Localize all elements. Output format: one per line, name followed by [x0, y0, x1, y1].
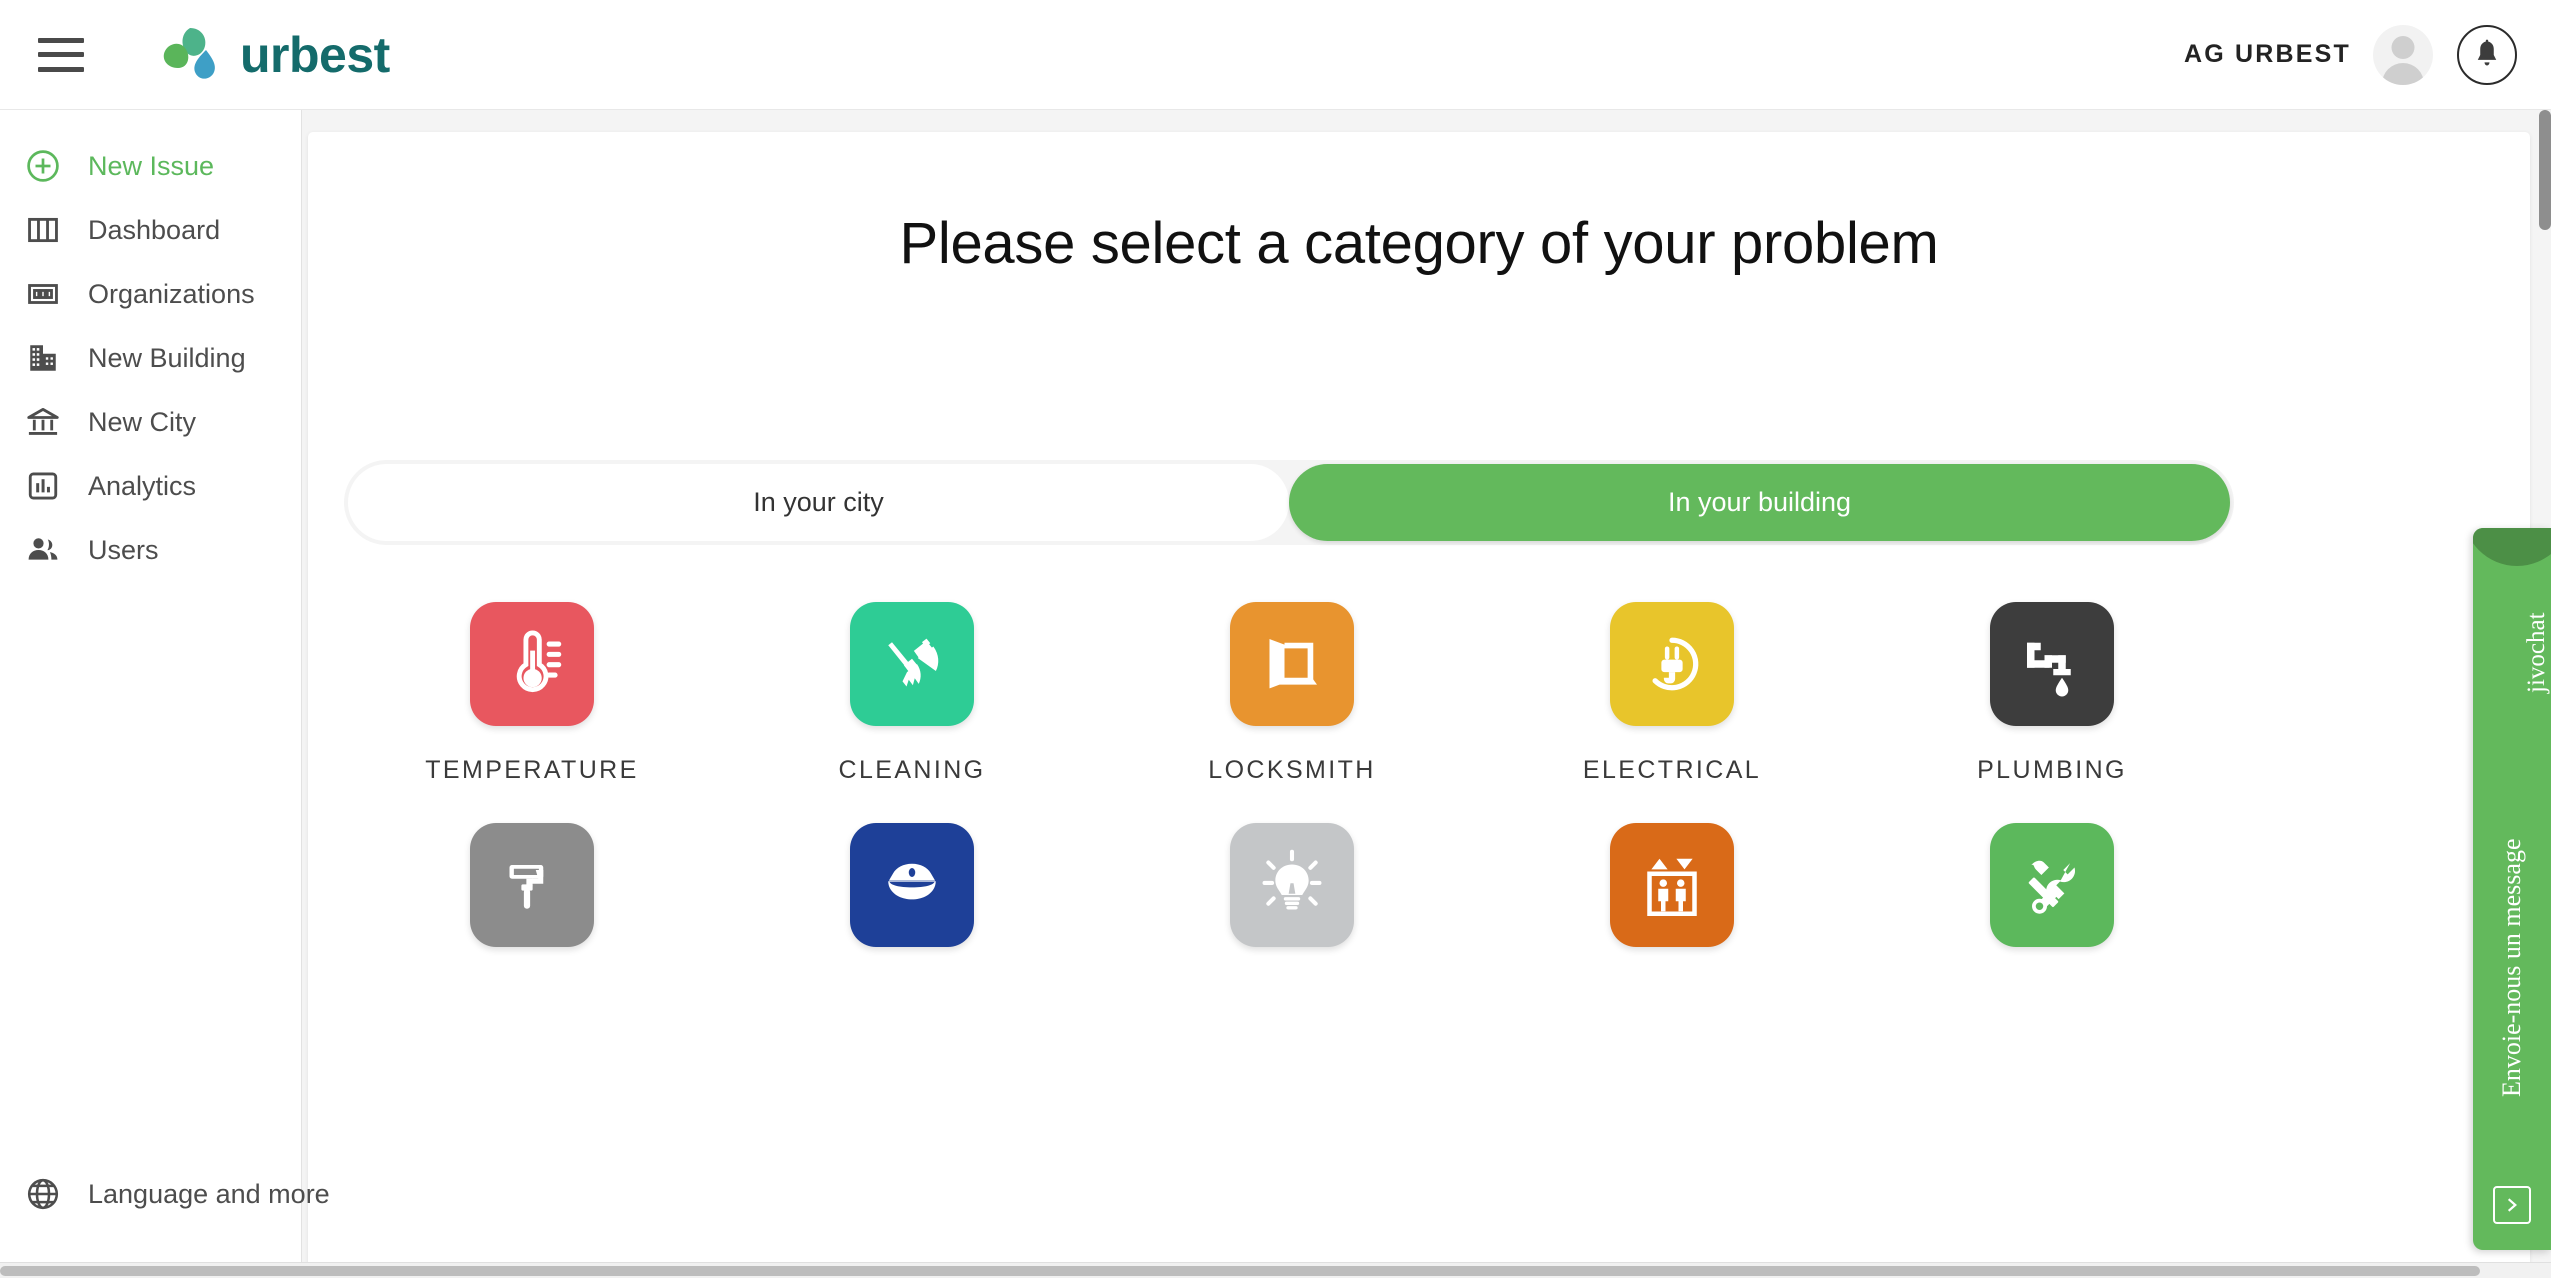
category-item-cleaning[interactable]: CLEANING [722, 602, 1102, 785]
page-title: Please select a category of your problem [899, 211, 1939, 276]
category-label: ELECTRICAL [1582, 756, 1762, 784]
sidebar-item-label: New City [88, 406, 197, 437]
horizontal-scrollbar[interactable] [0, 1262, 2551, 1278]
light-bulb-icon[interactable] [1230, 823, 1354, 947]
category-item-hammer-wrench[interactable] [1862, 823, 2242, 977]
faucet-drip-icon[interactable] [1990, 602, 2114, 726]
sidebar-item-organizations[interactable]: Organizations [0, 262, 301, 326]
urbest-logo-icon [163, 27, 215, 79]
brand-logo-area[interactable]: urbest [160, 26, 390, 84]
hamburger-line [38, 37, 84, 43]
columns-icon [22, 209, 64, 251]
account-name[interactable]: AG URBEST [2184, 40, 2351, 69]
sidebar-item-list: New Issue Dashboard Organizations New Build… [0, 110, 301, 582]
organization-icon [22, 273, 64, 315]
notifications-button[interactable] [2457, 24, 2517, 85]
toggle-in-your-city[interactable]: In your city [348, 464, 1289, 541]
category-item-locksmith[interactable]: LOCKSMITH [1102, 602, 1482, 785]
sidebar-item-language-and-more[interactable]: Language and more [0, 1162, 330, 1226]
vertical-scrollbar[interactable] [2539, 110, 2551, 1278]
category-selection-card: Please select a category of your problem… [308, 132, 2530, 1278]
avatar[interactable] [2373, 24, 2433, 85]
category-label: TEMPERATURE [425, 756, 639, 784]
top-header-bar: urbest AG URBEST [0, 0, 2551, 110]
plug-icon[interactable] [1610, 602, 1734, 726]
brand-name: urbest [240, 26, 390, 83]
open-door-icon[interactable] [1230, 602, 1354, 726]
category-label: CLEANING [838, 756, 986, 784]
header-right-group: AG URBEST [2184, 24, 2517, 85]
thermometer-icon[interactable] [470, 602, 594, 726]
category-label: LOCKSMITH [1208, 756, 1376, 784]
broom-dustpan-icon[interactable] [850, 602, 974, 726]
globe-icon [22, 1173, 64, 1215]
hammer-wrench-icon[interactable] [1990, 823, 2114, 947]
bar-chart-icon [22, 465, 64, 507]
bell-icon [2477, 39, 2497, 65]
category-grid: TEMPERATURE CLEANING LOCKSMITH ELECTRICAL PL… [342, 602, 2242, 977]
elevator-icon[interactable] [1610, 823, 1734, 947]
sidebar-item-label: Organizations [88, 278, 255, 309]
hamburger-menu-icon[interactable] [38, 37, 84, 72]
scope-toggle-group: In your city In your building [344, 460, 2234, 545]
sidebar-item-analytics[interactable]: Analytics [0, 454, 301, 518]
hamburger-line [38, 66, 84, 72]
sidebar-navigation: New Issue Dashboard Organizations New Build… [0, 110, 330, 1278]
sidebar-item-new-issue[interactable]: New Issue [0, 134, 301, 198]
send-chevron-icon[interactable] [2493, 1186, 2531, 1224]
sidebar-item-new-city[interactable]: New City [0, 390, 301, 454]
sidebar-item-label: Users [88, 534, 159, 565]
sidebar-item-new-building[interactable]: New Building [0, 326, 301, 390]
sidebar-item-label: Language and more [88, 1178, 330, 1209]
building-icon [22, 337, 64, 379]
paint-roller-icon[interactable] [470, 823, 594, 947]
sidebar-item-label: New Building [88, 342, 246, 373]
sidebar-item-label: New Issue [88, 150, 215, 181]
category-item-plumbing[interactable]: PLUMBING [1862, 602, 2242, 785]
category-item-light-bulb[interactable] [1102, 823, 1482, 977]
category-item-temperature[interactable]: TEMPERATURE [342, 602, 722, 785]
bank-icon [22, 401, 64, 443]
sidebar-item-label: Analytics [88, 470, 197, 501]
category-label: PLUMBING [1977, 756, 2127, 784]
vertical-scrollbar-thumb[interactable] [2539, 110, 2551, 230]
category-item-elevator[interactable] [1482, 823, 1862, 977]
sidebar-bottom-section: Language and more [0, 1162, 330, 1226]
users-icon [22, 529, 64, 571]
police-cap-icon[interactable] [850, 823, 974, 947]
plus-circle-icon [22, 145, 64, 187]
main-content-area: Please select a category of your problem… [302, 110, 2551, 1278]
sidebar-item-label: Dashboard [88, 214, 221, 245]
sidebar-item-dashboard[interactable]: Dashboard [0, 198, 301, 262]
category-item-electrical[interactable]: ELECTRICAL [1482, 602, 1862, 785]
sidebar-item-users[interactable]: Users [0, 518, 301, 582]
horizontal-scrollbar-thumb[interactable] [0, 1266, 2480, 1276]
category-item-paint-roller[interactable] [342, 823, 722, 977]
toggle-in-your-building[interactable]: In your building [1289, 464, 2230, 541]
category-item-police-cap[interactable] [722, 823, 1102, 977]
hamburger-line [38, 52, 84, 57]
